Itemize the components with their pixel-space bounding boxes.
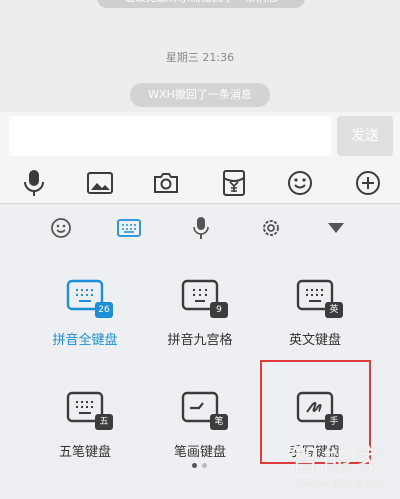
plus-icon[interactable]	[353, 168, 383, 198]
collapse-icon[interactable]	[321, 213, 351, 243]
keyboard-option-pinyin-nine[interactable]: 9 拼音九宫格	[145, 251, 255, 348]
keyboard-option-label: 拼音全键盘	[52, 333, 118, 348]
keyboard-badge: 26	[95, 302, 113, 318]
recall-notice: WXH撤回了一条消息	[130, 83, 270, 107]
keyboard-badge: 笔	[210, 414, 228, 430]
keyboard-icon: 五	[66, 391, 113, 430]
keyboard-option-english[interactable]: 英 英文键盘	[260, 251, 370, 348]
settings-icon[interactable]	[256, 213, 286, 243]
page-dot	[202, 463, 207, 468]
keyboard-option-label: 英文键盘	[288, 333, 341, 348]
system-notice-top: 谣破无敌你示需撤回了一条消息	[97, 0, 305, 8]
keyboard-badge: 五	[95, 414, 113, 430]
watermark-url: www.znj.com	[296, 476, 386, 490]
keyboard-option-stroke[interactable]: 笔 笔画键盘	[145, 363, 255, 460]
page-dot-active	[192, 463, 197, 468]
keyboard-option-label: 拼音九宫格	[167, 333, 233, 348]
keyboard-icon: 26	[66, 279, 113, 318]
message-input[interactable]	[9, 116, 331, 156]
emoji-icon[interactable]	[46, 213, 76, 243]
keyboard-badge: 英	[325, 302, 343, 318]
page-indicator	[190, 463, 210, 469]
microphone-icon[interactable]	[186, 213, 216, 243]
keyboard-option-label: 五笔键盘	[58, 445, 111, 460]
input-bar: 发送	[0, 112, 400, 162]
keyboard-icon[interactable]	[114, 213, 144, 243]
send-button[interactable]: 发送	[337, 116, 393, 156]
timestamp: 星期三 21:36	[165, 51, 235, 64]
red-packet-icon[interactable]	[219, 168, 249, 198]
watermark-text: 智能家	[290, 444, 386, 479]
image-icon[interactable]	[85, 168, 115, 198]
keyboard-icon: 9	[181, 279, 228, 318]
keyboard-option-wubi[interactable]: 五 五笔键盘	[30, 363, 140, 460]
emoji-icon[interactable]	[285, 168, 315, 198]
chat-area: 谣破无敌你示需撤回了一条消息 星期三 21:36 WXH撤回了一条消息	[0, 0, 400, 110]
tools-row	[0, 162, 400, 204]
keyboard-icon: 笔	[181, 391, 228, 430]
keyboard-icon: 英	[296, 279, 343, 318]
keyboard-badge: 9	[210, 302, 228, 318]
keyboard-option-pinyin-full[interactable]: 26 拼音全键盘	[30, 251, 140, 348]
keyboard-option-label: 笔画键盘	[173, 445, 226, 460]
camera-icon[interactable]	[151, 168, 181, 198]
microphone-icon[interactable]	[19, 168, 49, 198]
watermark: 智能家 www.znj.com	[290, 436, 400, 496]
keyboard-toolbar	[0, 205, 400, 251]
